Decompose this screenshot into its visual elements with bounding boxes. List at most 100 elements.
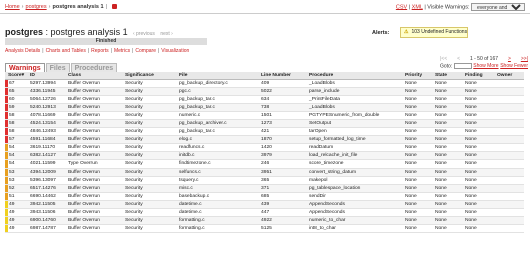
cell-class: Buffer Overrun <box>65 87 122 96</box>
cell-id[interactable]: 4078.11669 <box>27 111 65 120</box>
previous-analysis-link[interactable]: ‹ previous <box>133 31 155 37</box>
table-row[interactable]: 57 4591.11684 Buffer Overrun Security elog.c… <box>5 135 524 145</box>
subnav-metrics[interactable]: Metrics <box>114 48 130 54</box>
cell-id[interactable]: 5297.13994 <box>27 79 65 88</box>
severity-indicator <box>5 95 8 103</box>
subnav-visualization[interactable]: Visualization <box>161 48 189 54</box>
prev-page-button[interactable]: < <box>457 56 460 63</box>
cell-priority: None <box>402 168 432 177</box>
column-header-file[interactable]: File <box>176 72 258 80</box>
table-row[interactable]: 49 6900.14760 Buffer Overrun Security format… <box>5 216 524 226</box>
cell-finding: None <box>462 127 494 137</box>
table-row[interactable]: 51 6690.14462 Buffer Overrun Security baseba… <box>5 192 524 201</box>
cell-file: initdb.c <box>176 151 258 161</box>
subnav-charts-and-tables[interactable]: Charts and Tables <box>46 48 86 54</box>
cell-id[interactable]: 4021.11599 <box>27 159 65 169</box>
cell-procedure: tarOpen <box>306 127 402 137</box>
table-row[interactable]: 60 5064.12726 Buffer Overrun Security pg_bac… <box>5 95 524 104</box>
column-header-significance[interactable]: Significance <box>122 72 176 80</box>
table-row[interactable]: 54 6382.14127 Buffer Overrun Security initdb… <box>5 151 524 161</box>
goto-input[interactable] <box>453 63 472 69</box>
table-row[interactable]: 54 4021.11599 Type Overrun Security findtime… <box>5 159 524 169</box>
bookmark-icon[interactable] <box>111 4 117 9</box>
table-row[interactable]: 58 4846.12493 Buffer Overrun Security pg_bac… <box>5 127 524 137</box>
alert-undefined-functions[interactable]: ⚠ 103 Undefined Functions <box>400 27 468 38</box>
cell-id[interactable]: 4394.12009 <box>27 168 65 177</box>
csv-link[interactable]: CSV <box>396 4 407 10</box>
cell-id[interactable]: 4591.11684 <box>27 135 65 145</box>
cell-line-number: 371 <box>258 184 306 193</box>
cell-procedure: sendDir <box>306 192 402 201</box>
column-header-procedure[interactable]: Procedure <box>306 72 402 80</box>
cell-id[interactable]: 3942.11505 <box>27 200 65 210</box>
column-header-finding[interactable]: Finding <box>462 72 494 80</box>
cell-finding: None <box>462 143 494 153</box>
cell-id[interactable]: 6517.14276 <box>27 184 65 193</box>
column-header-score[interactable]: Score▾ <box>5 72 27 80</box>
visible-warnings-select[interactable]: everyone and unknowns <box>471 3 525 11</box>
first-page-button[interactable]: |<< <box>440 56 447 63</box>
table-row[interactable]: 53 4394.12009 Buffer Overrun Security selfun… <box>5 168 524 177</box>
cell-line-number: 409 <box>258 79 306 88</box>
xml-link[interactable]: XML <box>412 4 423 10</box>
cell-id[interactable]: 3943.11506 <box>27 208 65 218</box>
cell-id[interactable]: 6987.14787 <box>27 224 65 234</box>
subnav-compare[interactable]: Compare <box>135 48 156 54</box>
table-row[interactable]: 49 3942.11505 Buffer Overrun Security dateti… <box>5 200 524 210</box>
table-row[interactable]: 59 5240.12913 Buffer Overrun Security pg_bac… <box>5 103 524 112</box>
cell-id[interactable]: 6690.14462 <box>27 192 65 201</box>
cell-id[interactable]: 5240.12913 <box>27 103 65 112</box>
show-fewer-link[interactable]: Show Fewer <box>500 63 528 70</box>
table-row[interactable]: 58 4078.11669 Buffer Overrun Security numeri… <box>5 111 524 120</box>
cell-priority: None <box>402 103 432 112</box>
column-header-priority[interactable]: Priority <box>402 72 432 80</box>
tab-warnings[interactable]: Warnings <box>5 63 45 72</box>
cell-id[interactable]: 4524.13154 <box>27 119 65 129</box>
table-row[interactable]: 54 3619.11170 Buffer Overrun Security readfu… <box>5 143 524 153</box>
cell-significance: Security <box>122 127 176 137</box>
column-header-line-number[interactable]: Line Number <box>258 72 306 80</box>
analysis-subnav: Analysis Details | Charts and Tables | Repor… <box>5 48 189 54</box>
cell-significance: Security <box>122 224 176 234</box>
table-row[interactable]: 53 5396.13097 Buffer Overrun Security tsquer… <box>5 176 524 185</box>
column-header-owner[interactable]: Owner <box>494 72 524 80</box>
show-more-link[interactable]: Show More <box>473 63 498 70</box>
column-header-class[interactable]: Class <box>65 72 122 80</box>
table-row[interactable]: 49 6987.14787 Buffer Overrun Security format… <box>5 224 524 234</box>
column-header-id[interactable]: ID <box>27 72 65 80</box>
table-row[interactable]: 52 6517.14276 Buffer Overrun Security misc.c… <box>5 184 524 193</box>
breadcrumb-project-link[interactable]: postgres <box>26 4 47 10</box>
cell-id[interactable]: 6382.14127 <box>27 151 65 161</box>
cell-id[interactable]: 5396.13097 <box>27 176 65 185</box>
cell-state: None <box>432 200 462 210</box>
severity-indicator <box>5 152 8 159</box>
tab-files[interactable]: Files <box>45 63 70 72</box>
subnav-reports[interactable]: Reports <box>91 48 109 54</box>
next-page-button[interactable]: > <box>508 56 511 63</box>
cell-significance: Security <box>122 143 176 153</box>
cell-procedure: pg_tablespace_location <box>306 184 402 193</box>
cell-line-number: 439 <box>258 200 306 210</box>
cell-id[interactable]: 5064.12726 <box>27 95 65 104</box>
table-row[interactable]: 67 5297.13994 Buffer Overrun Security pg_bac… <box>5 79 524 88</box>
cell-id[interactable]: 4336.11945 <box>27 87 65 96</box>
cell-score: 59 <box>5 103 27 112</box>
cell-procedure: score_timezone <box>306 159 402 169</box>
cell-file: formatting.c <box>176 224 258 234</box>
tab-procedures[interactable]: Procedures <box>70 63 118 72</box>
table-row[interactable]: 65 4336.11945 Buffer Overrun Security pgc.c 5… <box>5 87 524 96</box>
cell-priority: None <box>402 176 432 185</box>
column-header-state[interactable]: State <box>432 72 462 80</box>
subnav-analysis-details[interactable]: Analysis Details <box>5 48 40 54</box>
cell-file: pg_backup_tar.c <box>176 103 258 112</box>
cell-id[interactable]: 4846.12493 <box>27 127 65 137</box>
table-row[interactable]: 49 3943.11506 Buffer Overrun Security dateti… <box>5 208 524 218</box>
cell-id[interactable]: 3619.11170 <box>27 143 65 153</box>
cell-id[interactable]: 6900.14760 <box>27 216 65 226</box>
last-page-button[interactable]: >>| <box>521 56 528 63</box>
cell-score: 49 <box>5 216 27 226</box>
breadcrumb-home-link[interactable]: Home <box>5 4 20 10</box>
goto-label: Goto: <box>440 63 453 70</box>
next-analysis-link[interactable]: next › <box>160 31 173 37</box>
table-row[interactable]: 58 4524.13154 Buffer Overrun Security pg_bac… <box>5 119 524 129</box>
